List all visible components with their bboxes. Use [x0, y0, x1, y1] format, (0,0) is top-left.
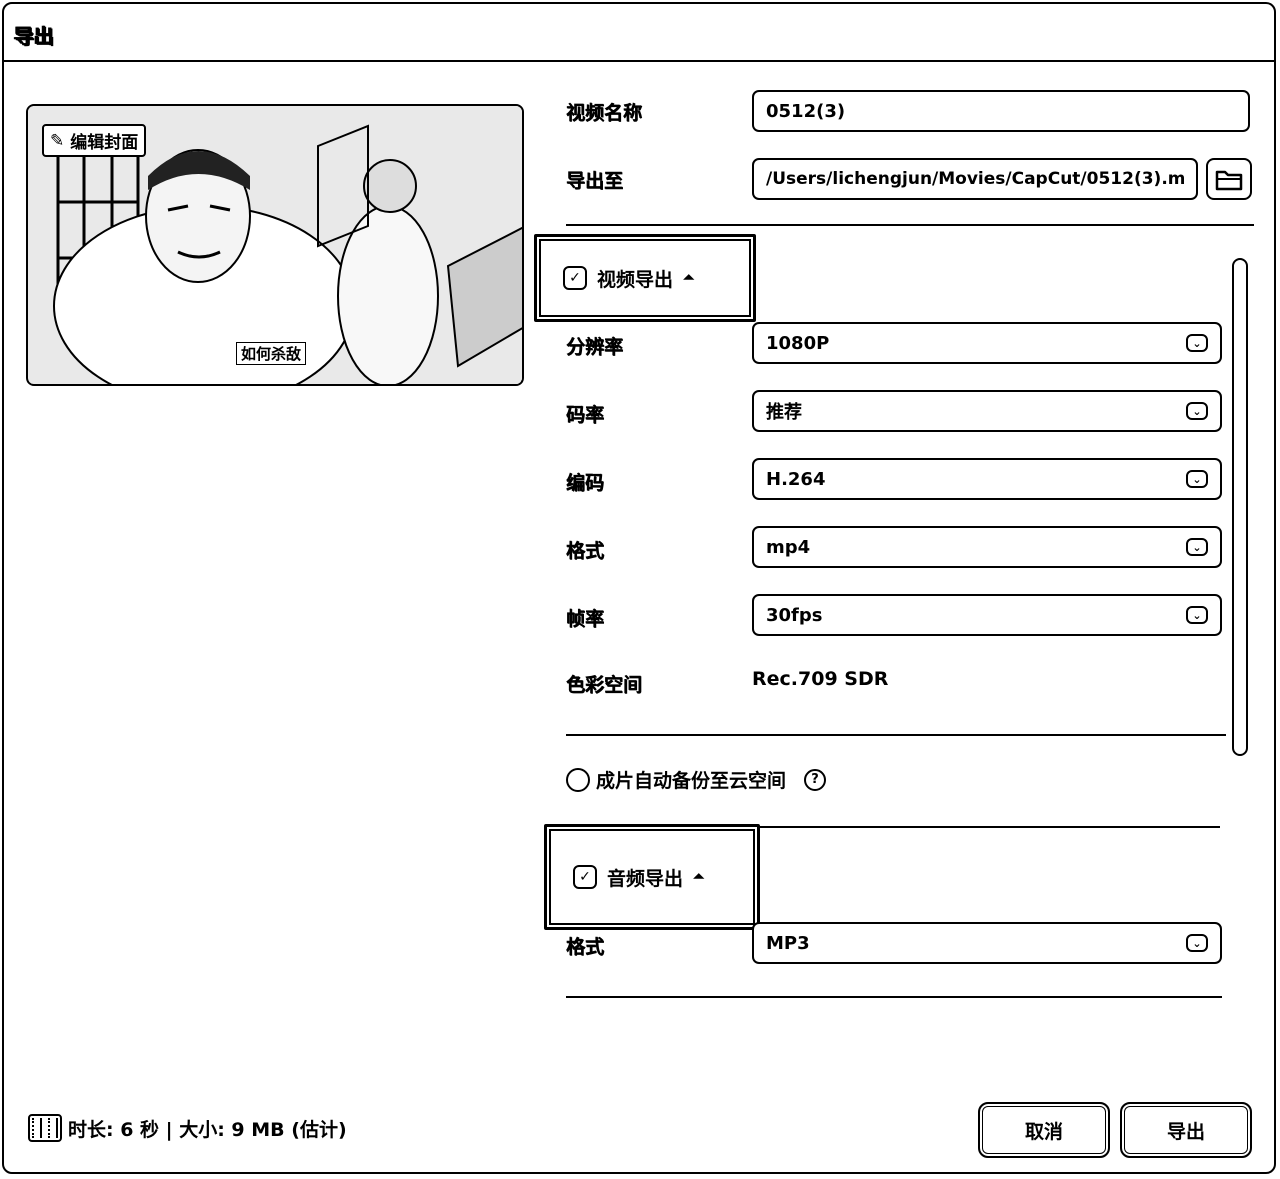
format-value: mp4: [766, 536, 811, 558]
bitrate-label: 码率: [566, 404, 605, 426]
format-label: 格式: [566, 540, 605, 562]
audio-format-select[interactable]: MP3 ⌄: [752, 922, 1222, 964]
colorspace-label: 色彩空间: [566, 674, 643, 696]
export-summary: 时长: 6 秒 | 大小: 9 MB (估计): [28, 1114, 347, 1142]
video-export-title: 视频导出: [597, 268, 674, 291]
title-bar: 导出: [4, 4, 1274, 62]
video-export-checkbox[interactable]: ✓: [563, 266, 587, 290]
codec-select[interactable]: H.264 ⌄: [752, 458, 1222, 500]
audio-format-value: MP3: [766, 932, 810, 954]
pencil-icon: ✎: [50, 130, 65, 151]
divider-audio-top: [758, 826, 1220, 828]
chevron-down-icon: ⌄: [1186, 470, 1208, 488]
collapse-caret-icon[interactable]: ⏶: [683, 270, 694, 286]
bitrate-value: 推荐: [766, 402, 802, 423]
codec-label: 编码: [566, 472, 605, 494]
chevron-down-icon: ⌄: [1186, 334, 1208, 352]
bitrate-select[interactable]: 推荐 ⌄: [752, 390, 1222, 432]
export-to-label: 导出至: [566, 170, 624, 192]
codec-value: H.264: [766, 468, 826, 490]
divider-top: [566, 224, 1254, 226]
cloud-backup-option[interactable]: 成片自动备份至云空间 ?: [566, 766, 827, 793]
export-path-input[interactable]: /Users/lichengjun/Movies/CapCut/0512(3).…: [752, 158, 1198, 200]
framerate-label: 帧率: [566, 608, 605, 630]
video-export-toggle[interactable]: ✓ 视频导出 ⏶: [534, 234, 756, 322]
dialog-title: 导出: [14, 24, 54, 48]
collapse-caret-icon[interactable]: ⏶: [693, 869, 704, 885]
export-button[interactable]: 导出: [1120, 1102, 1252, 1158]
video-name-label: 视频名称: [566, 102, 643, 124]
edit-cover-button[interactable]: ✎ 编辑封面: [42, 124, 147, 157]
video-name-value: 0512(3): [766, 100, 846, 122]
duration-size-text: 时长: 6 秒 | 大小: 9 MB (估计): [68, 1118, 347, 1141]
help-icon[interactable]: ?: [804, 768, 827, 791]
format-select[interactable]: mp4 ⌄: [752, 526, 1222, 568]
chevron-down-icon: ⌄: [1186, 538, 1208, 556]
edit-cover-label: 编辑封面: [70, 133, 139, 153]
resolution-select[interactable]: 1080P ⌄: [752, 322, 1222, 364]
audio-export-toggle[interactable]: ✓ 音频导出 ⏶: [544, 824, 760, 930]
colorspace-value: Rec.709 SDR: [752, 668, 889, 690]
folder-icon: [1215, 170, 1243, 191]
chevron-down-icon: ⌄: [1186, 402, 1208, 420]
cloud-backup-radio[interactable]: [566, 767, 590, 792]
divider-audio-end: [566, 996, 1222, 998]
resolution-label: 分辨率: [566, 336, 624, 358]
divider-video-end: [566, 734, 1226, 736]
audio-export-checkbox[interactable]: ✓: [573, 865, 597, 889]
framerate-select[interactable]: 30fps ⌄: [752, 594, 1222, 636]
preview-subtitle: 如何杀敌: [236, 342, 307, 365]
cancel-button[interactable]: 取消: [978, 1102, 1110, 1158]
resolution-value: 1080P: [766, 332, 830, 354]
film-icon: [28, 1114, 62, 1142]
settings-scrollbar[interactable]: [1232, 258, 1248, 756]
framerate-value: 30fps: [766, 604, 823, 626]
audio-export-title: 音频导出: [607, 867, 684, 890]
audio-format-label: 格式: [566, 936, 605, 958]
export-path-value: /Users/lichengjun/Movies/CapCut/0512(3).…: [766, 169, 1184, 189]
browse-folder-button[interactable]: [1206, 158, 1252, 200]
video-preview[interactable]: ✎ 编辑封面 如何杀敌: [26, 104, 524, 386]
chevron-down-icon: ⌄: [1186, 606, 1208, 624]
video-name-input[interactable]: 0512(3): [752, 90, 1250, 132]
chevron-down-icon: ⌄: [1186, 934, 1208, 952]
cloud-backup-label: 成片自动备份至云空间: [596, 770, 787, 792]
